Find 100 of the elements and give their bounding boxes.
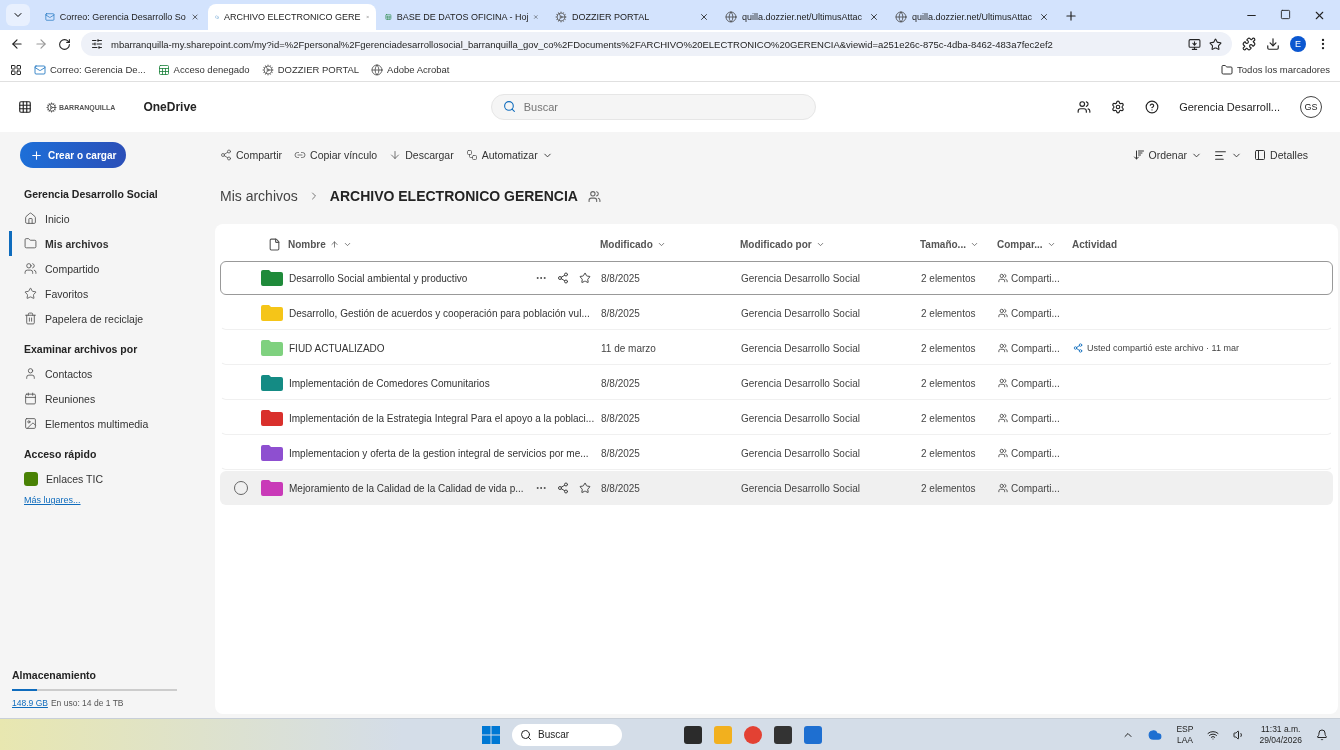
forward-icon[interactable] [34, 37, 48, 51]
file-row[interactable]: Implementación de la Estrategia Integral Para el apoyo a la poblaci... 8/8/2025 Gerencia Desarrollo Social 2 elementos Comparti... [220, 401, 1333, 435]
browser-tab[interactable]: quilla.dozzier.net/UltimusAttac [888, 4, 1056, 30]
share-icon[interactable] [557, 482, 569, 494]
app-launcher-icon[interactable] [18, 100, 32, 114]
notification-icon[interactable] [1316, 728, 1328, 741]
help-icon[interactable] [1145, 100, 1160, 114]
browser-tab[interactable]: BASE DE DATOS OFICINA - Hoj [378, 4, 546, 30]
toolbar-button[interactable]: Copiar vínculo [294, 149, 378, 161]
nav-item[interactable]: Contactos [9, 361, 200, 386]
download-icon[interactable] [1266, 37, 1280, 51]
nav-item[interactable]: Compartido [9, 256, 200, 281]
file-row[interactable]: Desarrollo, Gestión de acuerdos y cooperación para población vul... 8/8/2025 Gerencia Desarrollo Social 2 elementos Comparti... [220, 296, 1333, 330]
language-indicator[interactable]: ESP LAA [1176, 724, 1194, 745]
sort-button[interactable]: Ordenar [1132, 149, 1203, 161]
tab-list-button[interactable] [6, 4, 30, 26]
nav-item[interactable]: Papelera de reciclaje [9, 306, 200, 331]
share-icon[interactable] [557, 272, 569, 284]
windows-start-icon[interactable] [482, 725, 500, 744]
taskbar-app-icon[interactable] [774, 725, 792, 744]
people-icon [998, 448, 1008, 458]
create-upload-button[interactable]: Crear o cargar [20, 142, 127, 168]
folder-name[interactable]: FIUD ACTUALIZADO [289, 342, 601, 354]
folder-name[interactable]: Desarrollo Social ambiental y productivo [289, 272, 525, 284]
storage-used-link[interactable]: 148.9 GB [12, 698, 48, 708]
file-type-icon [267, 237, 281, 251]
user-name[interactable]: Gerencia Desarroll... [1179, 101, 1280, 113]
file-row[interactable]: FIUD ACTUALIZADO 11 de marzo Gerencia Desarrollo Social 2 elementos Comparti... Usted compartió este archivo · 11 mar [220, 331, 1333, 365]
folder-name[interactable]: Mejoramiento de la Calidad de la Calidad de vida p... [289, 482, 525, 494]
nav-item[interactable]: Inicio [9, 206, 200, 231]
bookmark-link[interactable]: Acceso denegado [157, 63, 250, 76]
back-icon[interactable] [10, 37, 24, 51]
bookmark-link[interactable]: Adobe Acrobat [371, 63, 450, 76]
breadcrumb-link[interactable]: Mis archivos [220, 188, 298, 204]
spreadsheet-icon [157, 63, 170, 76]
all-bookmarks-link[interactable]: Todos los marcadores [1221, 63, 1330, 76]
favorite-star-icon[interactable] [579, 272, 591, 284]
toolbar-button[interactable]: Compartir [220, 149, 283, 161]
table-cell: 2 elementos [921, 272, 976, 284]
toolbar-button[interactable]: Automatizar [465, 149, 553, 161]
table-cell: Gerencia Desarrollo Social [741, 342, 860, 354]
bookmark-link[interactable]: Correo: Gerencia De... [34, 63, 146, 76]
storage-heading: Almacenamiento [12, 669, 98, 681]
share-icon [220, 149, 232, 161]
clock[interactable]: 11:31 a.m. 29/04/2026 [1259, 724, 1302, 745]
maximize-icon[interactable] [1280, 9, 1291, 20]
apps-icon[interactable] [10, 63, 22, 76]
folder-name[interactable]: Implementación de Comedores Comunitarios [289, 377, 601, 389]
browser-tab[interactable]: ARCHIVO ELECTRONICO GERE [208, 4, 376, 30]
people-icon [998, 483, 1008, 493]
nav-item[interactable]: Enlaces TIC [9, 466, 200, 491]
gear-icon [555, 11, 567, 23]
view-options-button[interactable] [1214, 148, 1243, 162]
file-row[interactable]: Implementacion y oferta de la gestion integral de servicios por me... 8/8/2025 Gerencia Desarrollo Social 2 elementos Comparti... [220, 436, 1333, 470]
nav-item[interactable]: Mis archivos [9, 231, 200, 256]
nav-item[interactable]: Elementos multimedia [9, 411, 200, 436]
search-field[interactable]: Buscar [490, 94, 816, 120]
folder-name[interactable]: Implementacion y oferta de la gestion integral de servicios por me... [289, 447, 601, 459]
browser-tab[interactable]: quilla.dozzier.net/UltimusAttac [718, 4, 886, 30]
browser-tab[interactable]: Correo: Gerencia Desarrollo So [38, 4, 206, 30]
toolbar-button[interactable]: Descargar [389, 149, 454, 161]
install-icon[interactable] [1188, 37, 1201, 51]
bookmark-star-icon[interactable] [1209, 37, 1222, 51]
wifi-icon[interactable] [1207, 728, 1220, 741]
column-header[interactable]: Tamaño... [920, 238, 979, 250]
settings-icon[interactable] [1111, 100, 1126, 114]
column-header[interactable]: Modificado [600, 238, 666, 250]
column-header[interactable]: Nombre [288, 238, 352, 250]
file-row[interactable]: Mejoramiento de la Calidad de la Calidad de vida p... 8/8/2025 Gerencia Desarrollo Social 2 elementos Comparti... [220, 471, 1333, 505]
column-header[interactable]: Actividad [1072, 238, 1117, 250]
column-header[interactable]: Compar... [997, 238, 1056, 250]
column-header[interactable]: Modificado por [740, 238, 825, 250]
folder-name[interactable]: Desarrollo, Gestión de acuerdos y cooperación para población vul... [289, 307, 601, 319]
file-row[interactable]: Desarrollo Social ambiental y productivo 8/8/2025 Gerencia Desarrollo Social 2 elementos Comparti... [220, 261, 1333, 295]
gear-icon [261, 63, 274, 76]
taskbar-search[interactable]: Buscar [512, 723, 622, 746]
extensions-icon[interactable] [1242, 37, 1256, 51]
details-button[interactable]: Detalles [1254, 149, 1308, 161]
profile-avatar[interactable]: E [1290, 36, 1306, 52]
bookmark-link[interactable]: DOZZIER PORTAL [261, 63, 360, 76]
people-icon[interactable] [1077, 100, 1092, 114]
nav-item[interactable]: Favoritos [9, 281, 200, 306]
people-icon [998, 343, 1008, 353]
table-cell: 8/8/2025 [601, 412, 640, 424]
favorite-star-icon[interactable] [579, 482, 591, 494]
mail-icon [45, 11, 55, 23]
folder-name[interactable]: Implementación de la Estrategia Integral Para el apoyo a la poblaci... [289, 412, 601, 424]
taskbar-app-icon[interactable] [684, 725, 702, 744]
address-bar[interactable]: mbarranquilla-my.sharepoint.com/my?id=%2Fpersonal%2Fgerenciadesarrollosocial_barranquilla_gov_co%2FDocuments%2FARCHIVO%20ELECTRONICO%20GERENCIA&viewid=a251e26c-875c-4dba-8462-483a7fec2ef2 [81, 32, 1232, 56]
more-places-link[interactable]: Más lugares... [12, 491, 93, 509]
site-info-icon[interactable] [91, 38, 103, 50]
app-name[interactable]: OneDrive [143, 100, 197, 114]
new-tab-icon[interactable] [1064, 9, 1078, 23]
folder-title: ARCHIVO ELECTRONICO GERENCIA [329, 188, 578, 204]
browser-tab[interactable]: DOZZIER PORTAL [548, 4, 716, 30]
reload-icon[interactable] [58, 37, 71, 51]
lines-icon [1214, 148, 1228, 162]
nav-item[interactable]: Reuniones [9, 386, 200, 411]
file-row[interactable]: Implementación de Comedores Comunitarios 8/8/2025 Gerencia Desarrollo Social 2 elementos Comparti... [220, 366, 1333, 400]
link-icon [294, 149, 307, 161]
